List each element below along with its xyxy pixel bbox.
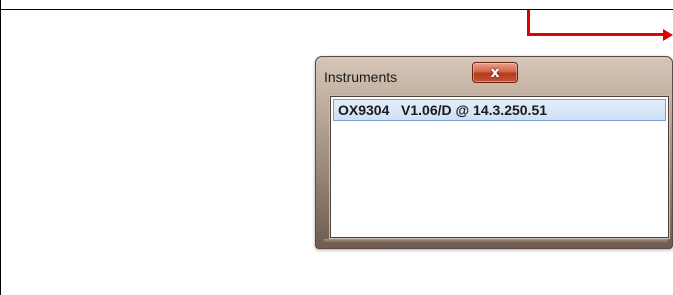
close-icon: x — [490, 64, 500, 81]
list-item[interactable]: OX9304 V1.06/D @ 14.3.250.51 — [333, 99, 666, 121]
dialog-title: Instruments — [324, 69, 398, 85]
annotation-arrow-shaft — [527, 33, 667, 36]
dialog-bottom-edge — [324, 239, 668, 243]
instruments-dialog: Instruments x OX9304 V1.06/D @ 14.3.250.… — [315, 56, 673, 249]
annotation-arrow-head-icon — [663, 29, 673, 41]
close-button[interactable]: x — [472, 62, 518, 83]
frame-top-rule — [0, 9, 673, 10]
frame-left-rule — [0, 0, 1, 295]
frame-top-left-tick — [0, 0, 1, 10]
instruments-list[interactable]: OX9304 V1.06/D @ 14.3.250.51 — [330, 96, 669, 238]
dialog-titlebar[interactable]: Instruments x — [315, 56, 673, 94]
